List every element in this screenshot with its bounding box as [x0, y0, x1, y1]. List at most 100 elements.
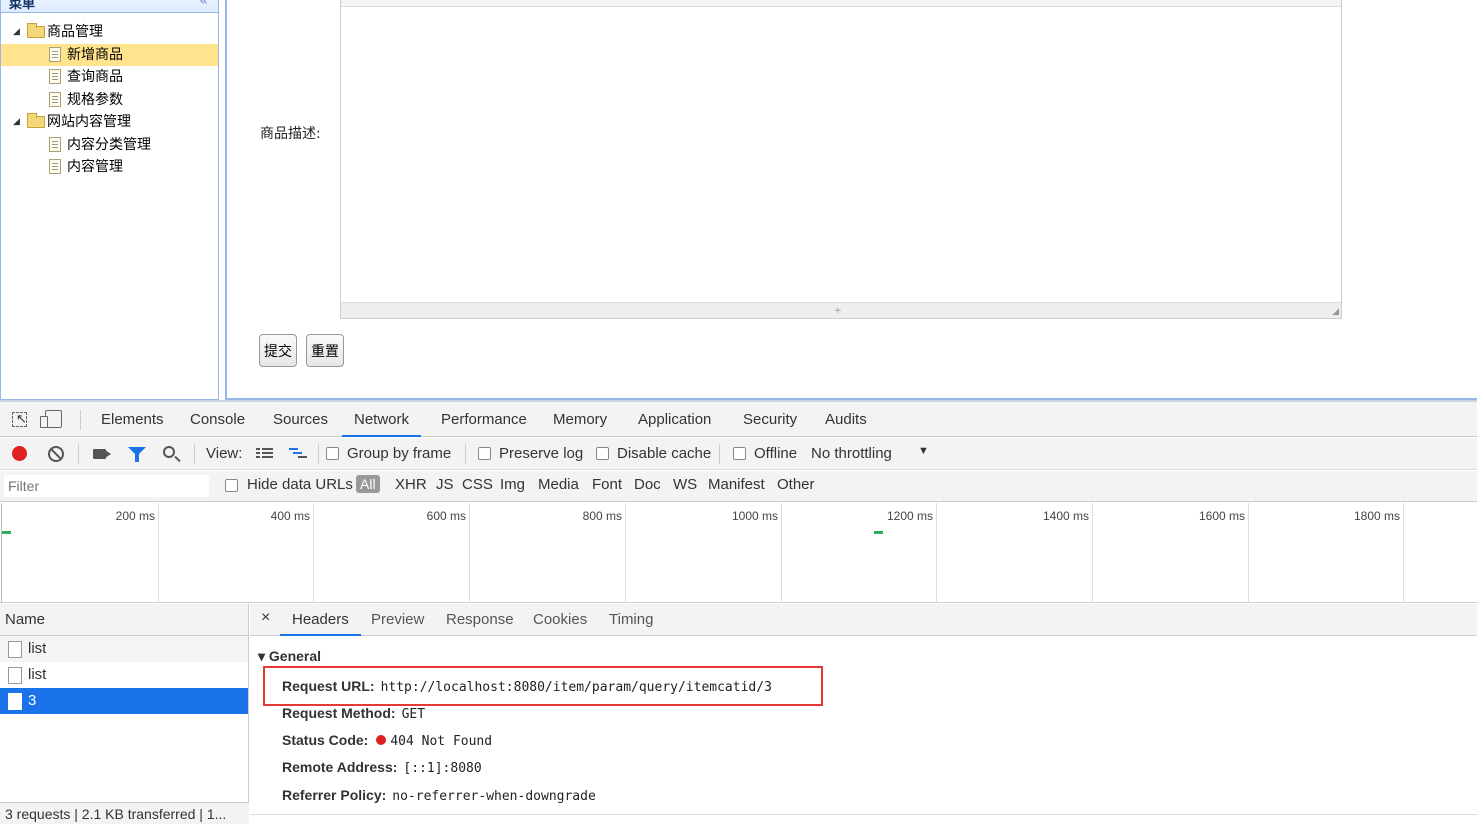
clear-icon[interactable] — [48, 446, 64, 462]
tree-item-spec-params[interactable]: 规格参数 — [1, 89, 218, 112]
general-section-toggle[interactable]: ▾ General — [258, 648, 321, 665]
device-toolbar-icon[interactable] — [40, 410, 62, 428]
tab-security[interactable]: Security — [743, 402, 797, 437]
filter-bar: Hide data URLs All XHR JS CSS Img Media … — [0, 471, 1477, 502]
type-filter-xhr[interactable]: XHR — [395, 476, 427, 493]
expand-arrow-icon[interactable]: ◢ — [13, 21, 27, 43]
type-filter-font[interactable]: Font — [592, 476, 622, 493]
folder-icon — [27, 113, 45, 128]
tab-application[interactable]: Application — [638, 402, 711, 437]
request-name: list — [28, 666, 47, 683]
tree-item-add-goods[interactable]: 新增商品 — [1, 43, 218, 66]
type-filter-all[interactable]: All — [356, 475, 380, 493]
tab-elements[interactable]: Elements — [101, 402, 164, 437]
type-filter-js[interactable]: JS — [436, 476, 454, 493]
timeline-tick-label: 600 ms — [426, 509, 466, 523]
tree-label: 内容分类管理 — [67, 136, 151, 153]
resize-handle-icon[interactable]: ÷ — [834, 307, 842, 316]
header-value: [::1]:8080 — [403, 761, 482, 776]
tree-item-content-manage[interactable]: 内容管理 — [1, 156, 218, 179]
request-row[interactable]: list — [0, 636, 248, 662]
preserve-log-label: Preserve log — [499, 445, 584, 462]
menu-title: 菜单 — [9, 0, 36, 12]
tab-cookies[interactable]: Cookies — [533, 604, 587, 636]
type-filter-media[interactable]: Media — [538, 476, 579, 493]
filter-input[interactable] — [4, 475, 209, 497]
search-icon[interactable] — [163, 446, 175, 458]
type-filter-manifest[interactable]: Manifest — [708, 476, 765, 493]
corner-resize-icon[interactable]: ◢ — [1332, 307, 1339, 317]
header-key: Referrer Policy: — [282, 787, 387, 803]
hide-data-urls-checkbox[interactable] — [225, 479, 238, 492]
timeline-gridline — [1092, 503, 1093, 603]
offline-checkbox[interactable] — [733, 447, 746, 460]
tab-headers[interactable]: Headers — [280, 604, 361, 636]
header-row-referrer-policy: Referrer Policy: no-referrer-when-downgra… — [282, 787, 596, 804]
expand-arrow-icon[interactable]: ◢ — [13, 111, 27, 133]
tab-audits[interactable]: Audits — [825, 402, 867, 437]
overview-waterfall-icon[interactable] — [289, 448, 309, 460]
group-by-frame-checkbox[interactable] — [326, 447, 339, 460]
divider — [719, 444, 720, 464]
devtools-panel: Elements Console Sources Network Perform… — [0, 400, 1477, 824]
tree-item-query-goods[interactable]: 查询商品 — [1, 66, 218, 89]
name-column-header[interactable]: Name — [0, 604, 248, 636]
timeline-tick-label: 1800 ms — [1353, 509, 1400, 523]
timeline-gridline — [158, 503, 159, 603]
type-filter-doc[interactable]: Doc — [634, 476, 661, 493]
divider — [194, 444, 195, 464]
chevron-down-icon[interactable]: ▼ — [918, 445, 929, 457]
screenshot-camera-icon[interactable] — [93, 449, 106, 459]
preserve-log-checkbox[interactable] — [478, 447, 491, 460]
type-filter-img[interactable]: Img — [500, 476, 525, 493]
header-row-request-method: Request Method: GET — [282, 705, 425, 722]
type-filter-ws[interactable]: WS — [673, 476, 697, 493]
request-row[interactable]: list — [0, 662, 248, 688]
tree-label: 网站内容管理 — [47, 114, 131, 130]
tree-folder-goods[interactable]: ◢ 商品管理 — [1, 21, 218, 44]
disable-cache-checkbox[interactable] — [596, 447, 609, 460]
devtools-tabbar: Elements Console Sources Network Perform… — [0, 402, 1477, 437]
request-name: list — [28, 640, 47, 657]
type-filter-other[interactable]: Other — [777, 476, 815, 493]
tab-timing[interactable]: Timing — [609, 604, 653, 636]
tree-label: 内容管理 — [67, 159, 123, 175]
tree-item-content-category[interactable]: 内容分类管理 — [1, 134, 218, 157]
record-icon[interactable] — [12, 446, 27, 461]
tab-network[interactable]: Network — [342, 402, 422, 437]
triangle-down-icon: ▾ — [258, 648, 269, 664]
timeline-gridline — [1403, 503, 1404, 603]
tab-console[interactable]: Console — [190, 402, 245, 437]
close-icon[interactable]: × — [261, 609, 270, 627]
timeline-gridline — [936, 503, 937, 603]
collapse-icon[interactable]: « — [199, 0, 208, 9]
type-filter-css[interactable]: CSS — [462, 476, 493, 493]
menu-panel: 菜单 « ◢ 商品管理 新增商品 查询商品 规格参数 ◢ 网站内容管理 内容分类管理… — [0, 0, 219, 400]
menu-tree: ◢ 商品管理 新增商品 查询商品 规格参数 ◢ 网站内容管理 内容分类管理 内容管理 — [1, 13, 218, 179]
submit-button[interactable]: 提交 — [259, 334, 297, 367]
filter-icon[interactable] — [128, 447, 146, 462]
inspect-element-icon[interactable] — [12, 411, 27, 427]
tree-folder-site-content[interactable]: ◢ 网站内容管理 — [1, 111, 218, 134]
divider — [250, 814, 1477, 815]
header-key: Status Code: — [282, 732, 369, 748]
tab-memory[interactable]: Memory — [553, 402, 607, 437]
request-row-selected[interactable]: 3 — [0, 688, 248, 714]
header-value: no-referrer-when-downgrade — [392, 789, 596, 804]
description-label: 商品描述: — [260, 126, 321, 142]
tab-response[interactable]: Response — [446, 604, 514, 636]
tab-performance[interactable]: Performance — [441, 402, 527, 437]
rich-text-editor[interactable]: ÷ ◢ — [340, 0, 1342, 319]
file-icon — [49, 136, 61, 152]
network-overview-timeline[interactable]: 200 ms 400 ms 600 ms 800 ms 1000 ms 1200 ms 14… — [0, 503, 1477, 603]
editor-statusbar: ÷ ◢ — [341, 302, 1341, 318]
tab-sources[interactable]: Sources — [273, 402, 328, 437]
status-error-icon — [376, 735, 387, 745]
timeline-tick-label: 200 ms — [115, 509, 155, 523]
tab-preview[interactable]: Preview — [371, 604, 424, 636]
menu-header: 菜单 « — [1, 0, 218, 13]
large-rows-icon[interactable] — [256, 448, 273, 460]
throttling-select[interactable]: No throttling — [811, 445, 892, 462]
reset-button[interactable]: 重置 — [306, 334, 344, 367]
header-row-request-url: Request URL: http://localhost:8080/item/p… — [282, 678, 772, 695]
